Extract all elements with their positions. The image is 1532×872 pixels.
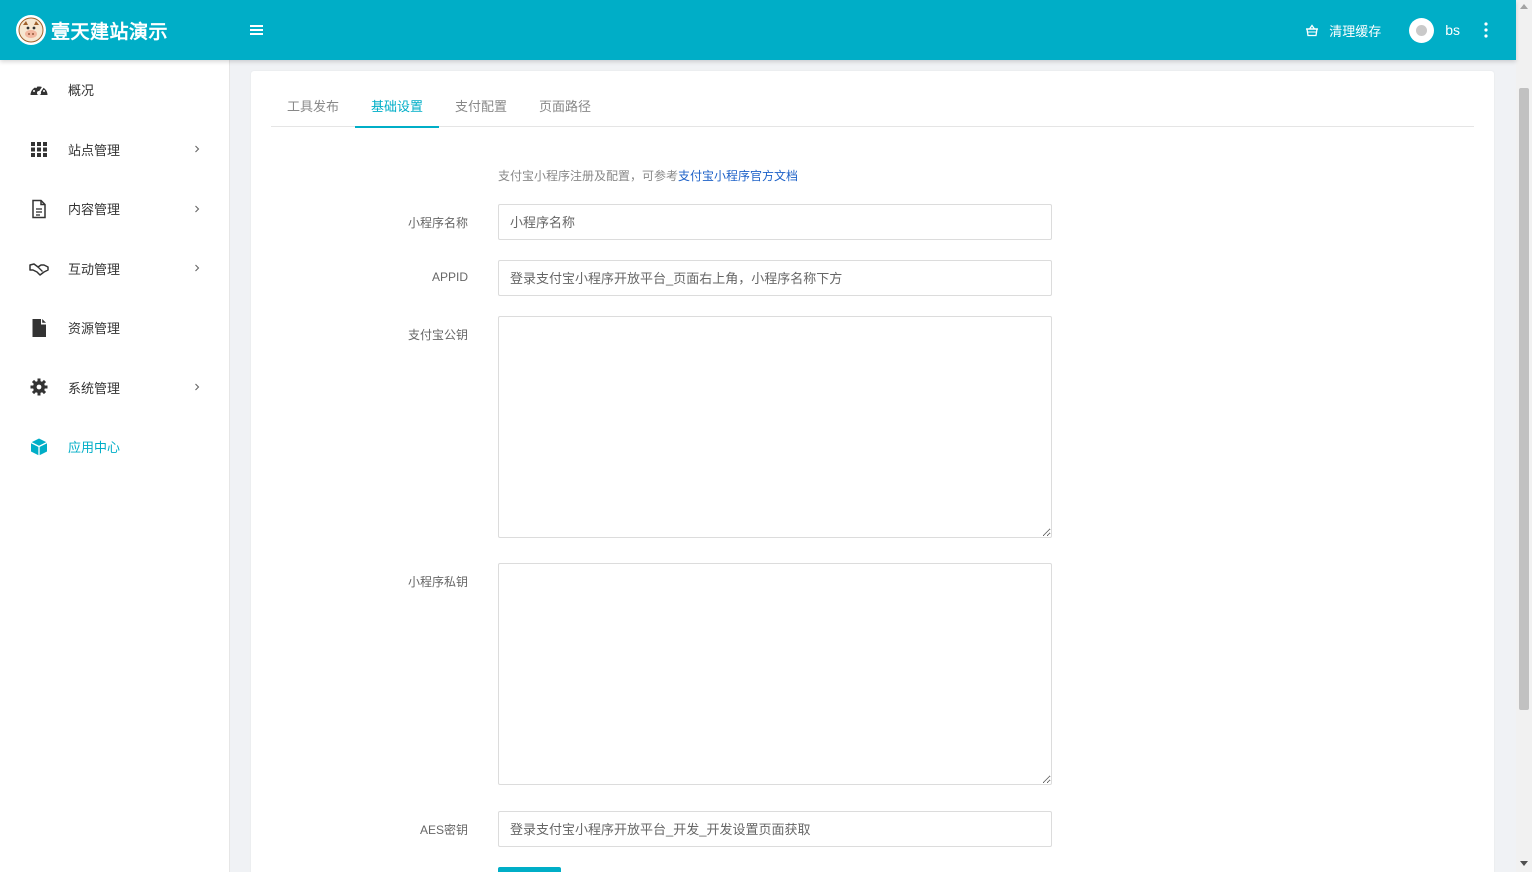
handshake-icon [28, 257, 50, 279]
miniapp-name-label: 小程序名称 [407, 216, 468, 230]
clear-cache-button[interactable]: 清理缓存 [1305, 21, 1381, 40]
alipay-docs-link[interactable]: 支付宝小程序官方文档 [678, 169, 798, 183]
file-icon [28, 317, 50, 339]
appid-label: APPID [431, 270, 468, 284]
hint-text: 支付宝小程序注册及配置，可参考 [498, 169, 679, 183]
sidebar-item-label: 概况 [68, 83, 95, 99]
sidebar-item-site-management[interactable]: 站点管理 [0, 120, 229, 180]
username: bs [1445, 22, 1460, 38]
sidebar-item-system-management[interactable]: 系统管理 [0, 358, 229, 418]
avatar-image-icon [1416, 24, 1428, 36]
sidebar-item-label: 资源管理 [68, 321, 121, 337]
miniapp-name-input[interactable] [498, 204, 1052, 240]
sidebar: 概况 站点管理 内容管理 互动管理 资源管理 系统管理 应用中心 [0, 60, 230, 872]
miniapp-private-key-textarea[interactable] [498, 563, 1052, 785]
sidebar-item-label: 系统管理 [68, 380, 121, 396]
basket-icon [1306, 24, 1319, 37]
sidebar-item-app-center[interactable]: 应用中心 [0, 417, 229, 477]
sidebar-item-label: 内容管理 [68, 202, 121, 218]
submit-button[interactable] [498, 867, 561, 872]
aes-key-input[interactable] [498, 811, 1052, 847]
cube-icon [28, 436, 50, 458]
scroll-down-icon[interactable] [1520, 861, 1528, 866]
top-header: 壹天建站演示 清理缓存 bs [0, 0, 1516, 60]
sidebar-item-label: 互动管理 [68, 261, 121, 277]
dashboard-gauge-icon [28, 79, 50, 101]
tab-tool-publish[interactable]: 工具发布 [271, 83, 355, 127]
hamburger-icon [249, 25, 263, 35]
user-menu[interactable]: bs [1409, 17, 1460, 43]
tab-bar: 工具发布 基础设置 支付配置 页面路径 [271, 83, 1474, 128]
sidebar-item-overview[interactable]: 概况 [0, 60, 229, 120]
app-logo[interactable]: 壹天建站演示 [0, 0, 230, 60]
tab-page-path[interactable]: 页面路径 [523, 83, 607, 127]
appid-input[interactable] [498, 260, 1052, 296]
more-options-button[interactable] [1476, 0, 1496, 60]
tab-payment-config[interactable]: 支付配置 [439, 83, 523, 127]
clear-cache-label: 清理缓存 [1329, 23, 1382, 39]
alipay-public-key-label: 支付宝公钥 [407, 328, 468, 342]
kebab-icon [1484, 22, 1488, 38]
page-scrollbar[interactable] [1516, 0, 1532, 872]
app-title: 壹天建站演示 [51, 21, 169, 43]
miniapp-private-key-label: 小程序私钥 [407, 575, 468, 589]
aes-key-label: AES密钥 [419, 823, 468, 837]
chevron-right-icon [195, 205, 200, 213]
menu-toggle-button[interactable] [244, 0, 268, 60]
document-icon [28, 198, 50, 220]
chevron-right-icon [195, 145, 200, 153]
config-hint: 支付宝小程序注册及配置，可参考支付宝小程序官方文档 [498, 167, 798, 184]
grid-icon [28, 138, 50, 160]
sidebar-item-content-management[interactable]: 内容管理 [0, 179, 229, 239]
cow-logo-icon [16, 15, 46, 45]
scroll-up-icon[interactable] [1520, 4, 1528, 9]
header-actions: 清理缓存 bs [1305, 0, 1516, 60]
tab-basic-settings[interactable]: 基础设置 [355, 83, 440, 128]
gear-icon [28, 376, 50, 398]
chevron-right-icon [195, 264, 200, 272]
chevron-right-icon [195, 383, 200, 391]
sidebar-item-interaction-management[interactable]: 互动管理 [0, 239, 229, 299]
avatar [1409, 17, 1435, 43]
sidebar-item-label: 站点管理 [68, 142, 121, 158]
sidebar-item-label: 应用中心 [68, 440, 121, 456]
alipay-public-key-textarea[interactable] [498, 316, 1052, 538]
scrollbar-thumb[interactable] [1519, 88, 1529, 710]
main-content-card: 工具发布 基础设置 支付配置 页面路径 支付宝小程序注册及配置，可参考支付宝小程… [251, 71, 1494, 872]
sidebar-item-resource-management[interactable]: 资源管理 [0, 298, 229, 358]
